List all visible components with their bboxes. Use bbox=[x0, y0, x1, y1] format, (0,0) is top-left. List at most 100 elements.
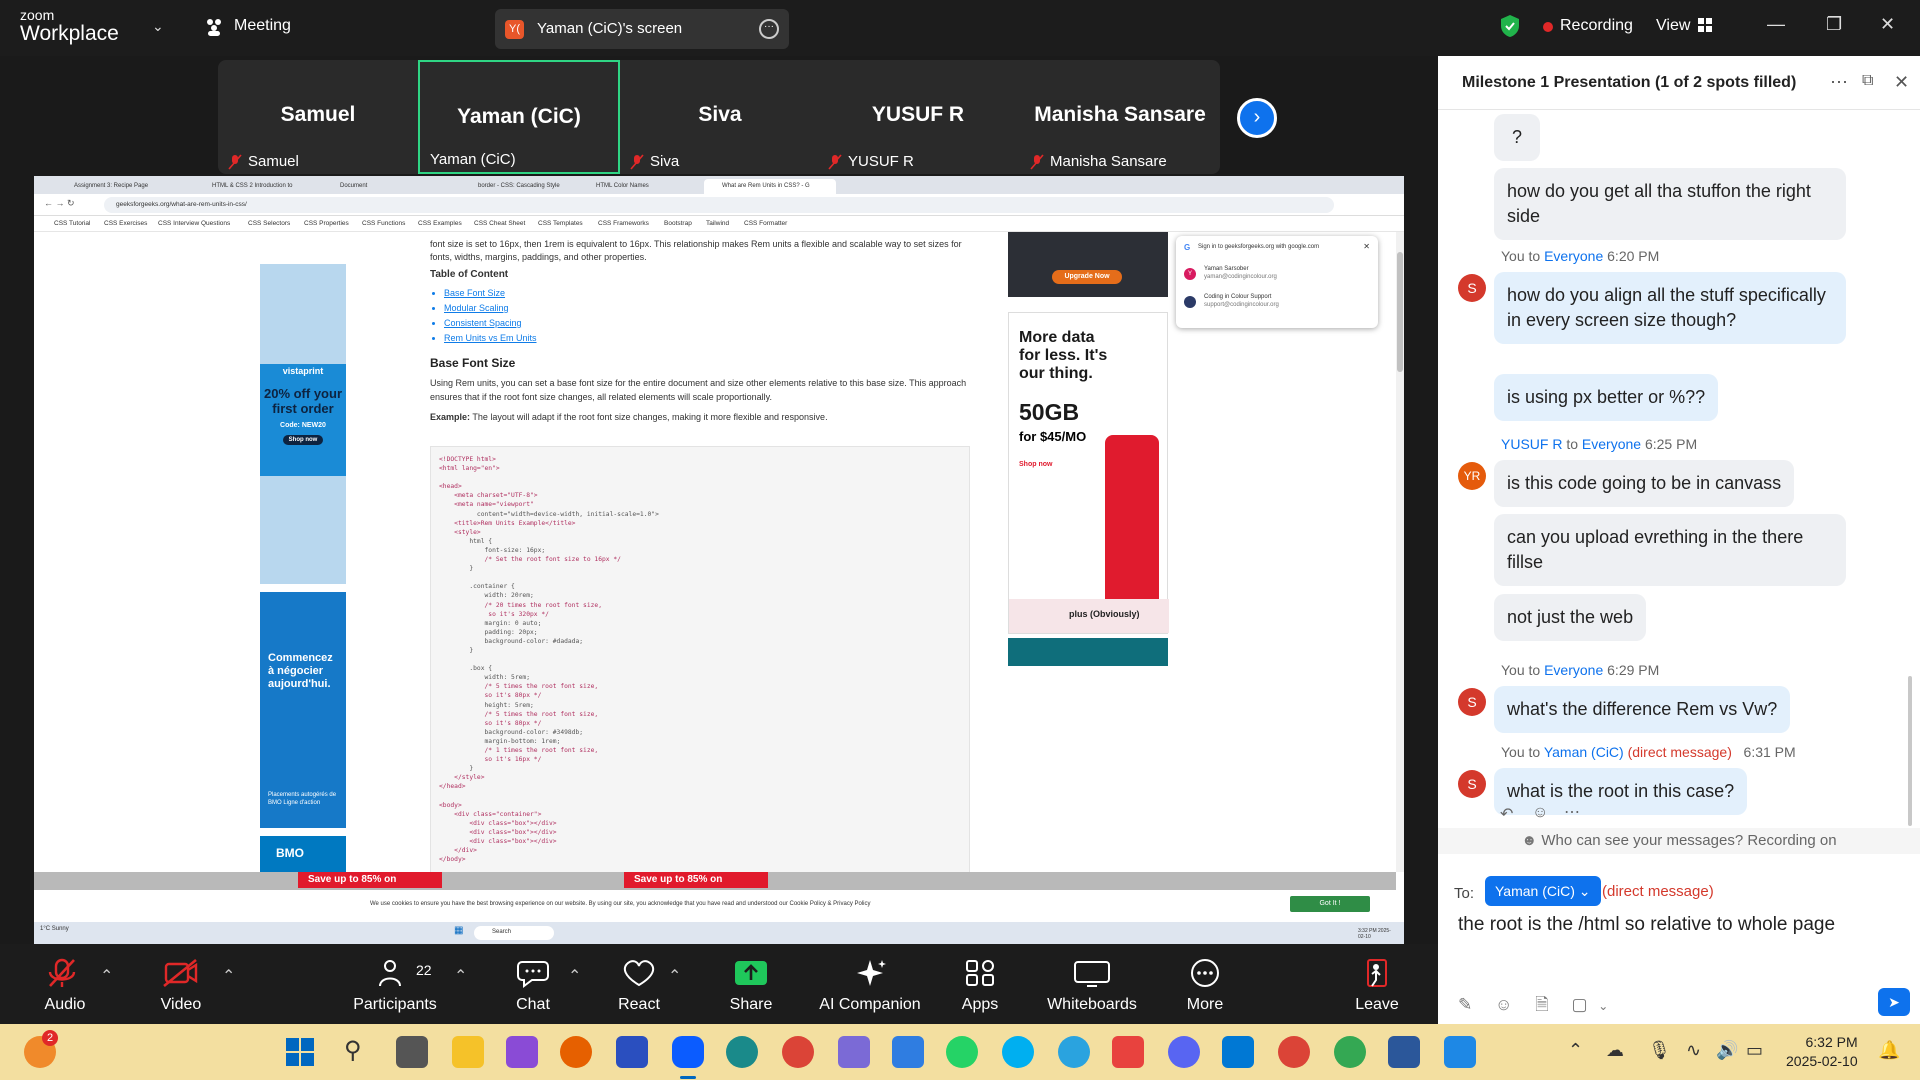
participant-tile[interactable]: Manisha Sansare Manisha Sansare bbox=[1020, 60, 1220, 174]
format-icon[interactable]: ✎ bbox=[1458, 995, 1472, 1014]
chevron-up-icon[interactable]: ⌃ bbox=[454, 966, 467, 986]
sender-name[interactable]: YUSUF R bbox=[1501, 436, 1562, 452]
windows-search-box[interactable]: Search bbox=[474, 926, 554, 940]
participant-tile[interactable]: Samuel Samuel bbox=[218, 60, 418, 174]
app-icon[interactable] bbox=[892, 1036, 924, 1068]
vscode-icon[interactable] bbox=[1222, 1036, 1254, 1068]
browser-tab[interactable]: HTML & CSS 2 Introduction to bbox=[194, 179, 322, 194]
recipient-name[interactable]: Everyone bbox=[1582, 436, 1641, 452]
account-name[interactable]: Coding in Colour Support bbox=[1204, 294, 1271, 300]
edge-icon[interactable] bbox=[726, 1036, 758, 1068]
got-it-button[interactable]: Got It ! bbox=[1290, 896, 1370, 912]
upgrade-now-button[interactable]: Upgrade Now bbox=[1052, 270, 1122, 284]
telegram-icon[interactable] bbox=[1058, 1036, 1090, 1068]
recipient-name[interactable]: Everyone bbox=[1544, 248, 1603, 264]
skype-icon[interactable] bbox=[1002, 1036, 1034, 1068]
whatsapp-icon[interactable] bbox=[946, 1036, 978, 1068]
close-icon[interactable]: ✕ bbox=[1880, 14, 1895, 35]
participant-tile[interactable]: YUSUF R YUSUF R bbox=[818, 60, 1018, 174]
participant-tile[interactable]: Siva Siva bbox=[620, 60, 820, 174]
message-input[interactable]: the root is the /html so relative to who… bbox=[1458, 914, 1835, 936]
bmo-logo[interactable]: BMO bbox=[260, 836, 346, 872]
battery-icon[interactable]: ▭ bbox=[1746, 1040, 1763, 1061]
chevron-up-icon[interactable]: ⌃ bbox=[100, 966, 113, 986]
file-icon[interactable]: 🗎 bbox=[1535, 995, 1549, 1014]
pop-out-icon[interactable]: ⧉ bbox=[1862, 72, 1873, 90]
wifi-icon[interactable]: ∿ bbox=[1686, 1040, 1701, 1061]
upgrade-ad[interactable]: Upgrade Now bbox=[1008, 232, 1168, 297]
reply-icon[interactable]: ↶ bbox=[1500, 804, 1513, 824]
nav-item[interactable]: Tailwind bbox=[706, 220, 729, 227]
browser-tab[interactable]: HTML Color Names bbox=[578, 179, 704, 194]
emoji-icon[interactable]: ☺ bbox=[1495, 995, 1512, 1014]
chevron-up-icon[interactable]: ⌃ bbox=[222, 966, 235, 986]
windows-start-icon[interactable]: ▦ bbox=[454, 925, 463, 936]
chat-message[interactable]: ? bbox=[1494, 114, 1540, 161]
browser-tab[interactable]: border - CSS: Cascading Style bbox=[460, 179, 578, 194]
anydesk-icon[interactable] bbox=[1112, 1036, 1144, 1068]
leave-button[interactable]: Leave bbox=[1322, 944, 1432, 1024]
nav-item[interactable]: CSS Functions bbox=[362, 220, 405, 227]
avatar[interactable]: S bbox=[1458, 770, 1486, 798]
chat-message[interactable]: how do you get all tha stuffon the right… bbox=[1494, 168, 1846, 240]
avatar[interactable]: S bbox=[1458, 274, 1486, 302]
file-explorer-icon[interactable] bbox=[452, 1036, 484, 1068]
share-button[interactable]: Share bbox=[696, 944, 806, 1024]
nav-item[interactable]: CSS Templates bbox=[538, 220, 583, 227]
recipient-select[interactable]: Yaman (CiC) ⌄ bbox=[1485, 876, 1601, 906]
apps-button[interactable]: Apps bbox=[925, 944, 1035, 1024]
toc-link[interactable]: Rem Units vs Em Units bbox=[444, 331, 970, 346]
chevron-down-icon[interactable]: ⌄ bbox=[1598, 999, 1608, 1013]
grid-view-icon[interactable] bbox=[1698, 18, 1712, 32]
whiteboards-button[interactable]: Whiteboards bbox=[1037, 944, 1147, 1024]
screenshot-icon[interactable]: ▢ bbox=[1571, 995, 1587, 1014]
next-page-arrow-icon[interactable]: › bbox=[1237, 98, 1277, 138]
store-icon[interactable] bbox=[616, 1036, 648, 1068]
save-ad-banner[interactable]: Save up to 85% on bbox=[298, 872, 442, 888]
account-name[interactable]: Yaman Sarsober bbox=[1204, 266, 1249, 272]
chat-message[interactable]: is this code going to be in canvass bbox=[1494, 460, 1795, 507]
toc-link[interactable]: Consistent Spacing bbox=[444, 316, 970, 331]
nav-item[interactable]: CSS Formatter bbox=[744, 220, 787, 227]
save-ad-banner[interactable]: Save up to 85% on bbox=[624, 872, 768, 888]
recipient-name[interactable]: Yaman (CiC) bbox=[1544, 744, 1624, 760]
weather-widget[interactable]: 1°C Sunny bbox=[40, 926, 69, 932]
photos-icon[interactable] bbox=[1444, 1036, 1476, 1068]
nav-item[interactable]: CSS Properties bbox=[304, 220, 349, 227]
toc-link[interactable]: Base Font Size bbox=[444, 286, 970, 301]
restore-icon[interactable]: ❐ bbox=[1826, 14, 1842, 35]
close-icon[interactable]: ✕ bbox=[1363, 242, 1370, 251]
emoji-react-icon[interactable]: ☺ bbox=[1532, 804, 1548, 822]
send-button[interactable]: ➤ bbox=[1878, 988, 1910, 1016]
browser-nav-arrows-icon[interactable]: ← → ↻ bbox=[44, 198, 75, 209]
windows-start-icon[interactable] bbox=[284, 1036, 316, 1068]
more-button[interactable]: More bbox=[1150, 944, 1260, 1024]
toc-link[interactable]: Modular Scaling bbox=[444, 301, 970, 316]
copilot-icon[interactable] bbox=[506, 1036, 538, 1068]
chat-message[interactable]: can you upload evrething in the there fi… bbox=[1494, 514, 1846, 586]
snipping-tool-icon[interactable] bbox=[838, 1036, 870, 1068]
clock[interactable]: 6:32 PM 2025-02-10 bbox=[1786, 1033, 1858, 1071]
participant-tile-active[interactable]: Yaman (CiC) Yaman (CiC) bbox=[418, 60, 620, 174]
page-scrollbar[interactable] bbox=[1396, 232, 1404, 872]
browser-tab[interactable]: Assignment 3: Recipe Page bbox=[56, 179, 194, 194]
chevron-down-icon[interactable]: ⌄ bbox=[152, 18, 164, 35]
url-field[interactable]: geeksforgeeks.org/what-are-rem-units-in-… bbox=[104, 197, 1334, 213]
zoom-app-icon[interactable] bbox=[672, 1036, 704, 1068]
chevron-up-icon[interactable]: ⌃ bbox=[568, 966, 581, 986]
firefox-icon[interactable] bbox=[560, 1036, 592, 1068]
chevron-up-icon[interactable]: ⌃ bbox=[668, 966, 681, 986]
nav-item[interactable]: CSS Interview Questions bbox=[158, 220, 230, 227]
browser-tab-active[interactable]: What are Rem Units in CSS? - G bbox=[704, 179, 836, 194]
avatar[interactable]: S bbox=[1458, 688, 1486, 716]
search-icon[interactable]: ⚲ bbox=[344, 1036, 362, 1065]
nav-item[interactable]: CSS Frameworks bbox=[598, 220, 649, 227]
code-block[interactable]: <!DOCTYPE html> <html lang="en"> <head> <m… bbox=[430, 446, 970, 876]
meeting-label[interactable]: Meeting bbox=[234, 17, 291, 35]
nav-item[interactable]: CSS Examples bbox=[418, 220, 462, 227]
nav-item[interactable]: CSS Cheat Sheet bbox=[474, 220, 525, 227]
video-button[interactable]: Video bbox=[126, 944, 236, 1024]
nav-item[interactable]: CSS Selectors bbox=[248, 220, 290, 227]
volume-icon[interactable]: 🔊 bbox=[1716, 1040, 1738, 1061]
onedrive-icon[interactable]: ☁ bbox=[1606, 1040, 1624, 1061]
